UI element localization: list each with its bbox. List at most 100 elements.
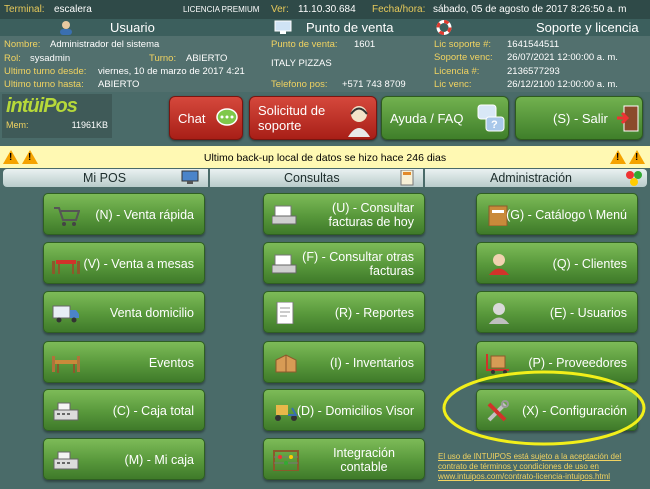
mem-value: 11961KB (71, 120, 108, 130)
lic-soporte-label: Lic soporte #: (434, 39, 492, 50)
my-cash-button[interactable]: (M) - Mi caja (43, 438, 205, 480)
user-panel-header: Usuario (0, 19, 268, 36)
mem-label: Mem: (6, 120, 29, 130)
my-cash-label: (M) - Mi caja (124, 453, 194, 467)
support-agent-icon (348, 106, 370, 137)
exit-label: (S) - Salir (553, 111, 608, 126)
lic-venc-value: 26/12/2100 12:00:00 a. m. (507, 79, 618, 90)
licencia-value: 2136577293 (507, 66, 560, 77)
exit-button[interactable]: (S) - Salir (515, 96, 643, 140)
support-panel-header: Soporte y licencia (430, 19, 650, 36)
nombre-value: Administrador del sistema (50, 39, 160, 50)
catalog-menu-label: (G) - Catálogo \ Menú (506, 208, 627, 222)
license-agreement-link[interactable]: El uso de INTUIPOS está sujeto a la acep… (438, 452, 648, 482)
section-admin-label: Administración (490, 171, 572, 185)
color-balls-icon (626, 171, 642, 186)
users-button[interactable]: (E) - Usuarios (476, 291, 638, 333)
delivery-viewer-button[interactable]: (D) - Domicilios Visor (263, 389, 425, 431)
section-mipos: Mi POS (3, 169, 208, 187)
soporte-venc-label: Soporte venc: (434, 52, 493, 63)
pv-value: 1601 (354, 39, 376, 50)
delivery-truck-icon (52, 305, 79, 323)
support-request-button[interactable]: Solicitud de soporte (249, 96, 377, 140)
version-label: Ver: (271, 4, 289, 15)
total-cash-button[interactable]: (C) - Caja total (43, 389, 205, 431)
warning-icon-4 (629, 150, 645, 164)
memory-indicator: Mem: 11961KB (6, 120, 110, 130)
users-label: (E) - Usuarios (549, 306, 627, 320)
pos-panel-title: Punto de venta (306, 20, 394, 35)
user-info-panel: Nombre: Administrador del sistema Rol: s… (0, 36, 268, 92)
section-consultas: Consultas (210, 169, 423, 187)
pos-info-panel: Punto de venta: 1601 ITALY PIZZAS Telefo… (268, 36, 430, 92)
support-info-panel: Lic soporte #: 1641544511 Soporte venc: … (430, 36, 650, 92)
hasta-label: Ultimo turno hasta: (4, 79, 84, 90)
events-label: Eventos (148, 356, 194, 370)
chat-label: Chat (178, 111, 206, 126)
today-invoices-label: (U) - Consultar facturas de hoy (328, 201, 414, 229)
delivery-sale-label: Venta domicilio (109, 306, 194, 320)
lifebuoy-icon (436, 20, 452, 35)
pos-panel-header: Punto de venta (268, 19, 430, 36)
user-icon (60, 21, 72, 35)
support-panel-title: Soporte y licencia (536, 20, 639, 35)
rol-value: sysadmin (30, 53, 71, 64)
intuipos-logo: intüiPos (6, 95, 78, 117)
reports-label: (R) - Reportes (334, 306, 414, 320)
help-question-icon: ? (477, 104, 505, 132)
license-type: LICENCIA PREMIUM (183, 5, 260, 14)
help-faq-label: Ayuda / FAQ (390, 111, 464, 126)
desde-label: Ultimo turno desde: (4, 66, 87, 77)
delivery-scooter-icon (275, 405, 298, 421)
turno-label: Turno: (149, 53, 177, 64)
abacus-icon (273, 450, 299, 471)
inventory-box-icon (275, 354, 297, 373)
chat-button[interactable]: Chat (169, 96, 243, 140)
quick-sale-label: (N) - Venta rápida (95, 208, 194, 222)
svg-text:?: ? (491, 119, 498, 131)
desde-value: viernes, 10 de marzo de 2017 4:21 (98, 66, 245, 77)
top-status-bar: Terminal: escalera LICENCIA PREMIUM Ver:… (0, 0, 650, 19)
table-sale-button[interactable]: (V) - Venta a mesas (43, 242, 205, 284)
customers-label: (Q) - Clientes (552, 257, 627, 271)
catalog-menu-button[interactable]: (G) - Catálogo \ Menú (476, 193, 638, 235)
reports-button[interactable]: (R) - Reportes (263, 291, 425, 333)
cash-register-icon (53, 402, 79, 421)
support-request-label: Solicitud de soporte (258, 103, 326, 133)
help-faq-button[interactable]: Ayuda / FAQ ? (381, 96, 509, 140)
inventory-label: (I) - Inventarios (329, 356, 414, 370)
customer-icon (488, 254, 510, 275)
hasta-value: ABIERTO (98, 79, 140, 90)
events-button[interactable]: Eventos (43, 341, 205, 383)
inventory-button[interactable]: (I) - Inventarios (263, 341, 425, 383)
today-invoices-button[interactable]: (U) - Consultar facturas de hoy (263, 193, 425, 235)
nombre-label: Nombre: (4, 39, 41, 50)
section-consultas-label: Consultas (284, 171, 340, 185)
user-panel-title: Usuario (110, 20, 155, 35)
other-invoices-label: (F) - Consultar otras facturas (302, 250, 414, 278)
warning-icon-3 (610, 150, 626, 164)
shopping-cart-icon (54, 207, 80, 226)
calculator-icon (400, 170, 414, 186)
licencia-label: Licencia #: (434, 66, 480, 77)
terminal-value: escalera (54, 4, 92, 15)
exit-door-icon (617, 105, 639, 132)
turno-value: ABIERTO (186, 53, 228, 64)
accounting-integration-button[interactable]: Integración contable (263, 438, 425, 480)
monitor-icon (274, 20, 292, 34)
rol-label: Rol: (4, 53, 21, 64)
highlight-ellipse (442, 370, 646, 446)
monitor-icon (181, 170, 199, 184)
lic-soporte-value: 1641544511 (507, 39, 560, 50)
tel-value: +571 743 8709 (342, 79, 406, 90)
accounting-integration-label: Integración contable (333, 446, 395, 474)
backup-warning-text: Ultimo back-up local de datos se hizo ha… (203, 152, 447, 164)
cash-register-icon (53, 451, 79, 470)
tel-label: Telefono pos: (271, 79, 328, 90)
other-invoices-button[interactable]: (F) - Consultar otras facturas (263, 242, 425, 284)
datetime-value: sábado, 05 de agosto de 2017 8:26:50 a. … (433, 4, 627, 15)
lic-venc-label: Lic venc: (434, 79, 472, 90)
customers-button[interactable]: (Q) - Clientes (476, 242, 638, 284)
quick-sale-button[interactable]: (N) - Venta rápida (43, 193, 205, 235)
delivery-sale-button[interactable]: Venta domicilio (43, 291, 205, 333)
